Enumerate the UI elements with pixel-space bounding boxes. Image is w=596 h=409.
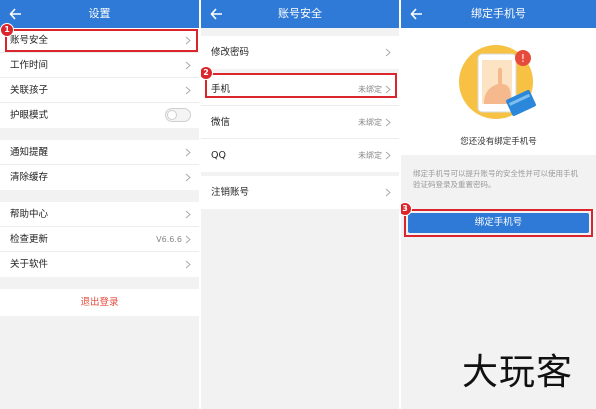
eye-protection-toggle[interactable]: [165, 108, 191, 122]
empty-state: ! 您还没有绑定手机号: [401, 28, 596, 155]
menu-item-about[interactable]: 关于软件: [0, 252, 199, 277]
menu-item-label: 帮助中心: [10, 209, 49, 220]
password-group: 修改密码: [201, 36, 399, 69]
menu-item-label: 修改密码: [211, 47, 250, 58]
settings-header: 设置: [0, 0, 199, 28]
chevron-right-icon: [185, 86, 191, 95]
menu-item-work-time[interactable]: 工作时间: [0, 53, 199, 78]
menu-item-notifications[interactable]: 通知提醒: [0, 140, 199, 165]
account-security-header: 账号安全: [201, 0, 399, 28]
chevron-right-icon: [385, 118, 391, 127]
bind-phone-header: 绑定手机号: [401, 0, 596, 28]
menu-item-label: 清除缓存: [10, 172, 49, 183]
menu-item-eye-protection: 护眼模式: [0, 103, 199, 128]
about-group: 帮助中心 检查更新 V6.6.6 关于软件: [0, 202, 199, 277]
qq-status: 未绑定: [358, 151, 382, 160]
menu-item-wechat[interactable]: 微信 未绑定: [201, 106, 399, 139]
menu-item-label: 通知提醒: [10, 147, 49, 158]
menu-item-linked-child[interactable]: 关联孩子: [0, 78, 199, 103]
settings-panel: 设置 账号安全 工作时间 关联孩子 护眼模式 通知提醒 清除缓存 帮助中心 检查…: [0, 0, 199, 409]
menu-item-change-password[interactable]: 修改密码: [201, 36, 399, 69]
menu-item-label: 微信: [211, 117, 231, 128]
chevron-right-icon: [185, 260, 191, 269]
chevron-right-icon: [185, 210, 191, 219]
toggle-knob: [167, 110, 177, 120]
bind-description: 绑定手机号可以提升账号的安全性并可以使用手机验证码登录及重置密码。: [413, 169, 578, 189]
menu-item-label: QQ: [211, 150, 226, 161]
menu-item-cancel-account[interactable]: 注销账号: [201, 176, 399, 209]
menu-item-label: 工作时间: [10, 60, 49, 71]
phone-illustration-icon: !: [459, 45, 536, 119]
version-value: V6.6.6: [156, 235, 182, 244]
chevron-right-icon: [185, 235, 191, 244]
page-title: 设置: [88, 7, 111, 20]
step-3-highlight: [404, 209, 593, 237]
step-1-highlight: [5, 29, 198, 52]
menu-item-help-center[interactable]: 帮助中心: [0, 202, 199, 227]
step-2-highlight: [205, 73, 397, 98]
menu-item-label: 关联孩子: [10, 85, 49, 96]
chevron-right-icon: [185, 173, 191, 182]
menu-item-check-update[interactable]: 检查更新 V6.6.6: [0, 227, 199, 252]
menu-item-label: 注销账号: [211, 187, 250, 198]
menu-item-label: 检查更新: [10, 234, 49, 245]
menu-item-clear-cache[interactable]: 清除缓存: [0, 165, 199, 190]
chevron-right-icon: [385, 48, 391, 57]
logout-button[interactable]: 退出登录: [0, 289, 199, 316]
account-security-panel: 账号安全 修改密码 手机 未绑定 微信 未绑定 QQ 未绑定 注销账号 2: [201, 0, 399, 409]
wechat-status: 未绑定: [358, 118, 382, 127]
menu-item-qq[interactable]: QQ 未绑定: [201, 139, 399, 172]
alert-glyph: !: [521, 52, 525, 65]
notification-group: 通知提醒 清除缓存: [0, 140, 199, 190]
chevron-right-icon: [185, 148, 191, 157]
cancel-account-group: 注销账号: [201, 176, 399, 209]
chevron-right-icon: [185, 61, 191, 70]
page-title: 绑定手机号: [471, 7, 526, 20]
chevron-right-icon: [385, 188, 391, 197]
page-title: 账号安全: [278, 7, 322, 20]
menu-item-label: 关于软件: [10, 259, 49, 270]
step-1-badge: 1: [0, 23, 14, 37]
chevron-right-icon: [385, 151, 391, 160]
watermark-logo: 大玩客: [462, 352, 574, 393]
empty-state-text: 您还没有绑定手机号: [460, 137, 537, 147]
bind-phone-panel: 绑定手机号 ! 您还没有绑定手机号 绑定手机号可以提升账号的安全性并可以使用手机…: [401, 0, 596, 409]
menu-item-label: 护眼模式: [10, 110, 49, 121]
